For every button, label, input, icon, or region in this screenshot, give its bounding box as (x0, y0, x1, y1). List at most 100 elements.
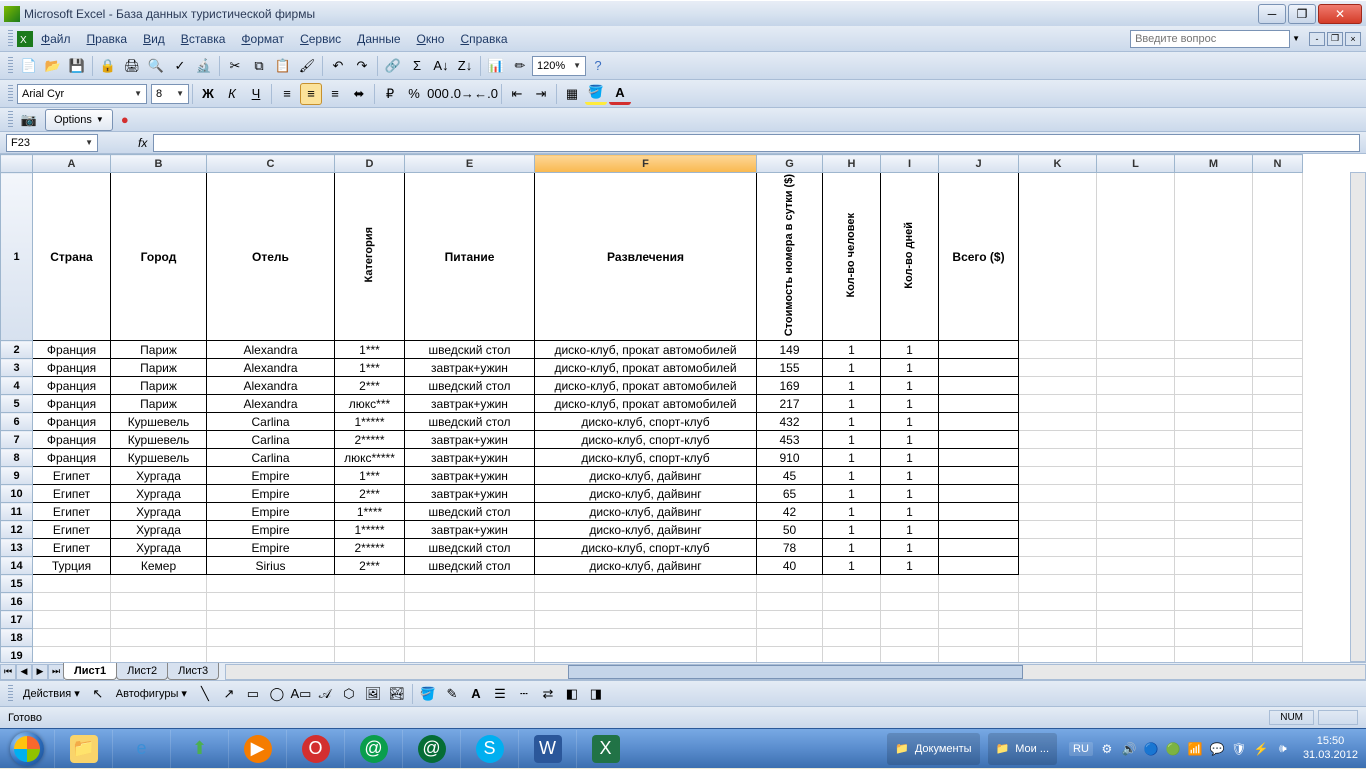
row-header-4[interactable]: 4 (1, 377, 33, 395)
cell[interactable]: шведский стол (405, 503, 535, 521)
cell[interactable] (939, 341, 1019, 359)
font-color-draw-button[interactable]: A (465, 683, 487, 705)
cell[interactable]: 1 (823, 557, 881, 575)
oval-button[interactable]: ◯ (266, 683, 288, 705)
cell[interactable] (939, 521, 1019, 539)
select-all-corner[interactable] (1, 155, 33, 173)
dash-style-button[interactable]: ┄ (513, 683, 535, 705)
cell[interactable]: 45 (757, 467, 823, 485)
header-cell[interactable]: Развлечения (535, 173, 757, 341)
header-cell[interactable]: Категория (335, 173, 405, 341)
cell[interactable] (1253, 359, 1303, 377)
cell[interactable] (939, 557, 1019, 575)
row-header-17[interactable]: 17 (1, 611, 33, 629)
cell[interactable]: Carlina (207, 449, 335, 467)
task-skype[interactable]: S (460, 730, 518, 768)
cell[interactable] (939, 503, 1019, 521)
cell[interactable]: Alexandra (207, 377, 335, 395)
cell[interactable]: Франция (33, 341, 111, 359)
cell[interactable] (1019, 611, 1097, 629)
row-header-12[interactable]: 12 (1, 521, 33, 539)
col-header-C[interactable]: C (207, 155, 335, 173)
cell[interactable]: шведский стол (405, 413, 535, 431)
row-header-10[interactable]: 10 (1, 485, 33, 503)
header-cell[interactable]: Всего ($) (939, 173, 1019, 341)
cell[interactable]: 1 (881, 503, 939, 521)
cell[interactable]: завтрак+ужин (405, 449, 535, 467)
task-excel[interactable]: X (576, 730, 634, 768)
sort-desc-button[interactable]: Z↓ (454, 55, 476, 77)
row-header-11[interactable]: 11 (1, 503, 33, 521)
chart-button[interactable]: 📊 (485, 55, 507, 77)
cell[interactable]: Alexandra (207, 395, 335, 413)
col-header-L[interactable]: L (1097, 155, 1175, 173)
cell[interactable]: 1 (881, 557, 939, 575)
cell[interactable] (1097, 557, 1175, 575)
cell[interactable]: 1 (823, 341, 881, 359)
cell[interactable]: 1**** (335, 503, 405, 521)
fill-color-draw-button[interactable]: 🪣 (417, 683, 439, 705)
cell[interactable]: диско-клуб, спорт-клуб (535, 539, 757, 557)
cell[interactable] (405, 575, 535, 593)
cell[interactable]: Alexandra (207, 341, 335, 359)
tray-icon[interactable]: 🕪 (1275, 741, 1291, 757)
textbox-button[interactable]: A▭ (290, 683, 312, 705)
cell[interactable] (1253, 341, 1303, 359)
copy-button[interactable]: ⧉ (248, 55, 270, 77)
cell[interactable] (1175, 395, 1253, 413)
menu-окно[interactable]: Окно (409, 30, 453, 48)
3d-button[interactable]: ◨ (585, 683, 607, 705)
cell[interactable]: Empire (207, 521, 335, 539)
cell[interactable]: диско-клуб, спорт-клуб (535, 431, 757, 449)
task-utorrent[interactable]: ⬆ (170, 730, 228, 768)
row-header-16[interactable]: 16 (1, 593, 33, 611)
cell[interactable]: диско-клуб, прокат автомобилей (535, 395, 757, 413)
header-cell[interactable]: Питание (405, 173, 535, 341)
cell[interactable] (1019, 647, 1097, 662)
sort-asc-button[interactable]: A↓ (430, 55, 452, 77)
cell[interactable] (1097, 413, 1175, 431)
row-header-8[interactable]: 8 (1, 449, 33, 467)
cell[interactable]: 2*** (335, 557, 405, 575)
line-style-button[interactable]: ☰ (489, 683, 511, 705)
cell[interactable] (1097, 485, 1175, 503)
cell[interactable]: люкс***** (335, 449, 405, 467)
cut-button[interactable]: ✂ (224, 55, 246, 77)
cell[interactable] (823, 647, 881, 662)
cell[interactable] (1175, 341, 1253, 359)
col-header-J[interactable]: J (939, 155, 1019, 173)
cell[interactable] (1175, 629, 1253, 647)
cell[interactable] (1019, 629, 1097, 647)
cell[interactable] (207, 647, 335, 662)
tray-icon[interactable]: ⚙ (1099, 741, 1115, 757)
toolbar-grip[interactable] (8, 685, 13, 703)
menu-сервис[interactable]: Сервис (292, 30, 349, 48)
cell[interactable] (1253, 629, 1303, 647)
start-button[interactable] (0, 729, 54, 769)
draw-actions-menu[interactable]: Действия ▾ (17, 685, 86, 702)
cell[interactable] (1019, 485, 1097, 503)
cell[interactable]: Франция (33, 413, 111, 431)
cell[interactable] (1175, 467, 1253, 485)
col-header-D[interactable]: D (335, 155, 405, 173)
font-size-combo[interactable]: 8▼ (151, 84, 189, 104)
col-header-N[interactable]: N (1253, 155, 1303, 173)
cell[interactable] (1097, 431, 1175, 449)
cell[interactable] (1253, 173, 1303, 341)
row-header-13[interactable]: 13 (1, 539, 33, 557)
horizontal-scrollbar[interactable] (225, 664, 1366, 680)
cell[interactable]: Турция (33, 557, 111, 575)
cell[interactable] (1097, 539, 1175, 557)
cell[interactable]: 1 (881, 359, 939, 377)
cell[interactable] (939, 629, 1019, 647)
increase-indent-button[interactable]: ⇥ (530, 83, 552, 105)
cell[interactable]: диско-клуб, дайвинг (535, 521, 757, 539)
cell[interactable]: завтрак+ужин (405, 431, 535, 449)
cell[interactable] (535, 647, 757, 662)
doc-restore-button[interactable]: ❐ (1327, 32, 1343, 46)
cell[interactable]: Empire (207, 467, 335, 485)
cell[interactable]: 1 (823, 467, 881, 485)
cell[interactable] (939, 413, 1019, 431)
format-painter-button[interactable]: 🖌 (296, 55, 318, 77)
cell[interactable] (1097, 173, 1175, 341)
